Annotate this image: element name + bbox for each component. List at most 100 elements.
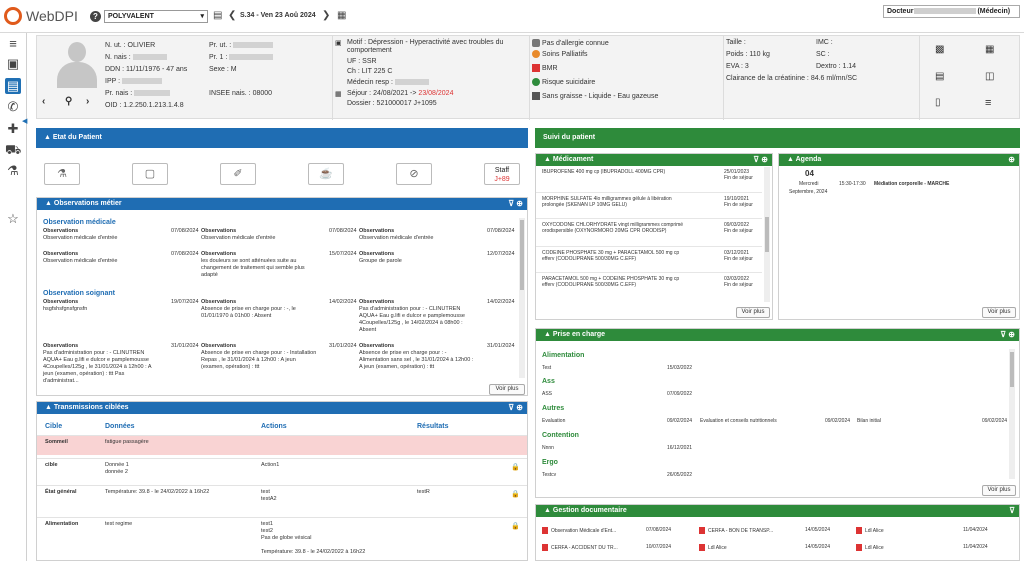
- transport-icon[interactable]: ⛟: [5, 142, 21, 158]
- chevron-up-icon[interactable]: ▲: [544, 507, 553, 514]
- chevron-up-icon[interactable]: ▲: [787, 156, 796, 163]
- calendar-view-icon[interactable]: ▦: [985, 44, 994, 55]
- chevron-up-icon[interactable]: ▲: [544, 331, 553, 338]
- pc-item-label[interactable]: Nnnn: [542, 445, 554, 451]
- staff-button[interactable]: Staff J+89: [484, 163, 520, 185]
- pc-item-label[interactable]: Evaluation et conseils nutritionnels: [700, 418, 777, 424]
- med-name[interactable]: MORPHINE SULFATE 4lo milligrammes gélule…: [542, 196, 692, 208]
- obs-voir-plus-button[interactable]: Voir plus: [489, 384, 525, 395]
- chevron-up-icon[interactable]: ▲: [544, 156, 553, 163]
- help-icon[interactable]: ?: [90, 11, 101, 22]
- col-cible[interactable]: Cible: [45, 423, 62, 430]
- clipboard-list-icon[interactable]: ▯: [935, 97, 941, 108]
- agenda-event[interactable]: Médiation corporelle - MARCHE: [874, 181, 949, 187]
- document-link[interactable]: CERFA - BON DE TRANSP...: [699, 527, 773, 534]
- search-icon[interactable]: ⚲: [65, 96, 72, 107]
- document-name: Ldl Alice: [708, 544, 727, 551]
- pc-item-label[interactable]: Evaluation: [542, 418, 565, 424]
- obs-entry[interactable]: Observations Absence de prise en charge p…: [359, 343, 477, 371]
- pc-item-label[interactable]: Bilan initial: [857, 418, 881, 424]
- document-link[interactable]: Ldl Alice: [699, 544, 727, 551]
- meal-button[interactable]: ☕: [308, 163, 344, 185]
- menu-icon[interactable]: ≡: [5, 36, 21, 52]
- favorites-icon[interactable]: ☆: [5, 211, 21, 227]
- obs-group-title[interactable]: Observation soignant: [43, 290, 115, 297]
- prev-patient-button[interactable]: ‹: [42, 96, 45, 107]
- agenda-voir-plus-button[interactable]: Voir plus: [982, 307, 1016, 318]
- obs-entry[interactable]: Observations Observation médicale d'entré…: [359, 228, 477, 242]
- doctor-selector[interactable]: Docteur (Médecin): [883, 5, 1020, 18]
- filter-icon[interactable]: ⊽: [1000, 330, 1006, 339]
- obs-group-title[interactable]: Observation médicale: [43, 219, 116, 226]
- bandage-button[interactable]: ⊘: [396, 163, 432, 185]
- chevron-up-icon[interactable]: ▲: [45, 200, 54, 207]
- col-resultats[interactable]: Résultats: [417, 423, 449, 430]
- obs-entry-date: 31/01/2024: [329, 343, 357, 349]
- document-link[interactable]: Ldl Alice: [856, 527, 884, 534]
- med-name[interactable]: PARACETAMOL 500 mg + CODEINE PHOSPHATE 3…: [542, 276, 692, 288]
- clipboard-icon[interactable]: ▣: [5, 56, 21, 72]
- care-button[interactable]: ✐: [220, 163, 256, 185]
- patient-record-icon[interactable]: ▤: [5, 78, 21, 94]
- obs-entry[interactable]: Observations Observation médicale d'entré…: [43, 251, 161, 265]
- chevron-up-icon[interactable]: ▲: [45, 404, 54, 411]
- pc-section-title[interactable]: Contention: [542, 432, 579, 439]
- calendar-icon[interactable]: ▦: [337, 10, 346, 21]
- imaging-button[interactable]: ▢: [132, 163, 168, 185]
- next-week-button[interactable]: ❯: [322, 10, 330, 21]
- pc-section-title[interactable]: Ergo: [542, 459, 558, 466]
- add-icon[interactable]: ⊕: [1008, 155, 1015, 164]
- obs-entry-type: Observations: [43, 299, 79, 305]
- image-icon: ▢: [144, 168, 156, 180]
- pc-section-title[interactable]: Autres: [542, 405, 564, 412]
- obs-entry[interactable]: Observations Pas d'administration pour : …: [359, 299, 477, 334]
- motif-icon: ▣: [335, 40, 342, 47]
- add-icon[interactable]: ⊕: [761, 155, 768, 164]
- grid-icon[interactable]: ▩: [935, 44, 944, 55]
- pc-item-label[interactable]: ASS: [542, 391, 552, 397]
- filter-icon[interactable]: ⊽: [508, 403, 514, 412]
- obs-entry[interactable]: Observations Observation médicale d'entré…: [43, 228, 161, 242]
- filter-icon[interactable]: ⊽: [1009, 506, 1015, 515]
- stethoscope-icon[interactable]: ✆: [5, 99, 21, 115]
- obs-entry[interactable]: Observations Absence de prise en charge p…: [201, 299, 319, 320]
- med-voir-plus-button[interactable]: Voir plus: [736, 307, 770, 318]
- med-name[interactable]: IBUPROFENE 400 mg cp (IBUPRADOLL 400MG C…: [542, 169, 692, 175]
- pc-section-title[interactable]: Alimentation: [542, 352, 584, 359]
- add-icon[interactable]: ⊕: [1008, 330, 1015, 339]
- med-name[interactable]: OXYCODONE CHLORHYDRATE vingt milligramme…: [542, 222, 692, 234]
- document-link[interactable]: Observation Médicale d'Ent...: [542, 527, 616, 534]
- document-icon[interactable]: ▤: [935, 71, 944, 82]
- pc-item-label[interactable]: Test: [542, 365, 551, 371]
- obs-entry[interactable]: Observations hsgfshsfgnsfgnsfn: [43, 299, 161, 313]
- obs-entry[interactable]: Observations les douleurs se sont atténué…: [201, 251, 319, 279]
- document-link[interactable]: Ldl Alice: [856, 544, 884, 551]
- previous-week-button[interactable]: ❮: [228, 10, 236, 21]
- syringe-icon: ✐: [233, 168, 243, 180]
- obs-entry[interactable]: Observations Groupe de parole: [359, 251, 477, 265]
- obs-entry[interactable]: Observations Observation médicale d'entré…: [201, 228, 319, 242]
- filter-icon[interactable]: ⊽: [508, 199, 514, 208]
- obs-entry[interactable]: Observations Absence de prise en charge p…: [201, 343, 319, 371]
- obs-entry[interactable]: Observations Pas d'administration pour : …: [43, 343, 161, 385]
- pharmacy-icon[interactable]: ⚗: [5, 163, 21, 179]
- hamburger-icon[interactable]: ≡: [985, 97, 991, 109]
- mesure-taille: Taille :: [726, 39, 746, 46]
- medical-kit-icon[interactable]: ✚: [5, 121, 21, 137]
- pc-section-title[interactable]: Ass: [542, 378, 555, 385]
- med-name[interactable]: CODEINE PHOSPHATE 30 mg + PARACETAMOL 50…: [542, 250, 692, 262]
- add-icon[interactable]: ⊕: [516, 199, 523, 208]
- document-link[interactable]: CERFA - ACCIDENT DU TR...: [542, 544, 618, 551]
- unit-select[interactable]: POLYVALENT ▾: [104, 10, 208, 23]
- filter-icon[interactable]: ⊽: [753, 155, 759, 164]
- add-icon[interactable]: ⊕: [516, 403, 523, 412]
- calendar-list-icon[interactable]: ▤: [213, 10, 222, 21]
- pc-voir-plus-button[interactable]: Voir plus: [982, 485, 1016, 496]
- pc-item-label[interactable]: Testcv: [542, 472, 556, 478]
- col-actions[interactable]: Actions: [261, 423, 287, 430]
- col-donnees[interactable]: Données: [105, 423, 135, 430]
- chevron-up-icon[interactable]: ▲: [44, 134, 53, 141]
- chart-icon[interactable]: ◫: [985, 71, 994, 82]
- lab-button[interactable]: ⚗: [44, 163, 80, 185]
- next-patient-button[interactable]: ›: [86, 96, 89, 107]
